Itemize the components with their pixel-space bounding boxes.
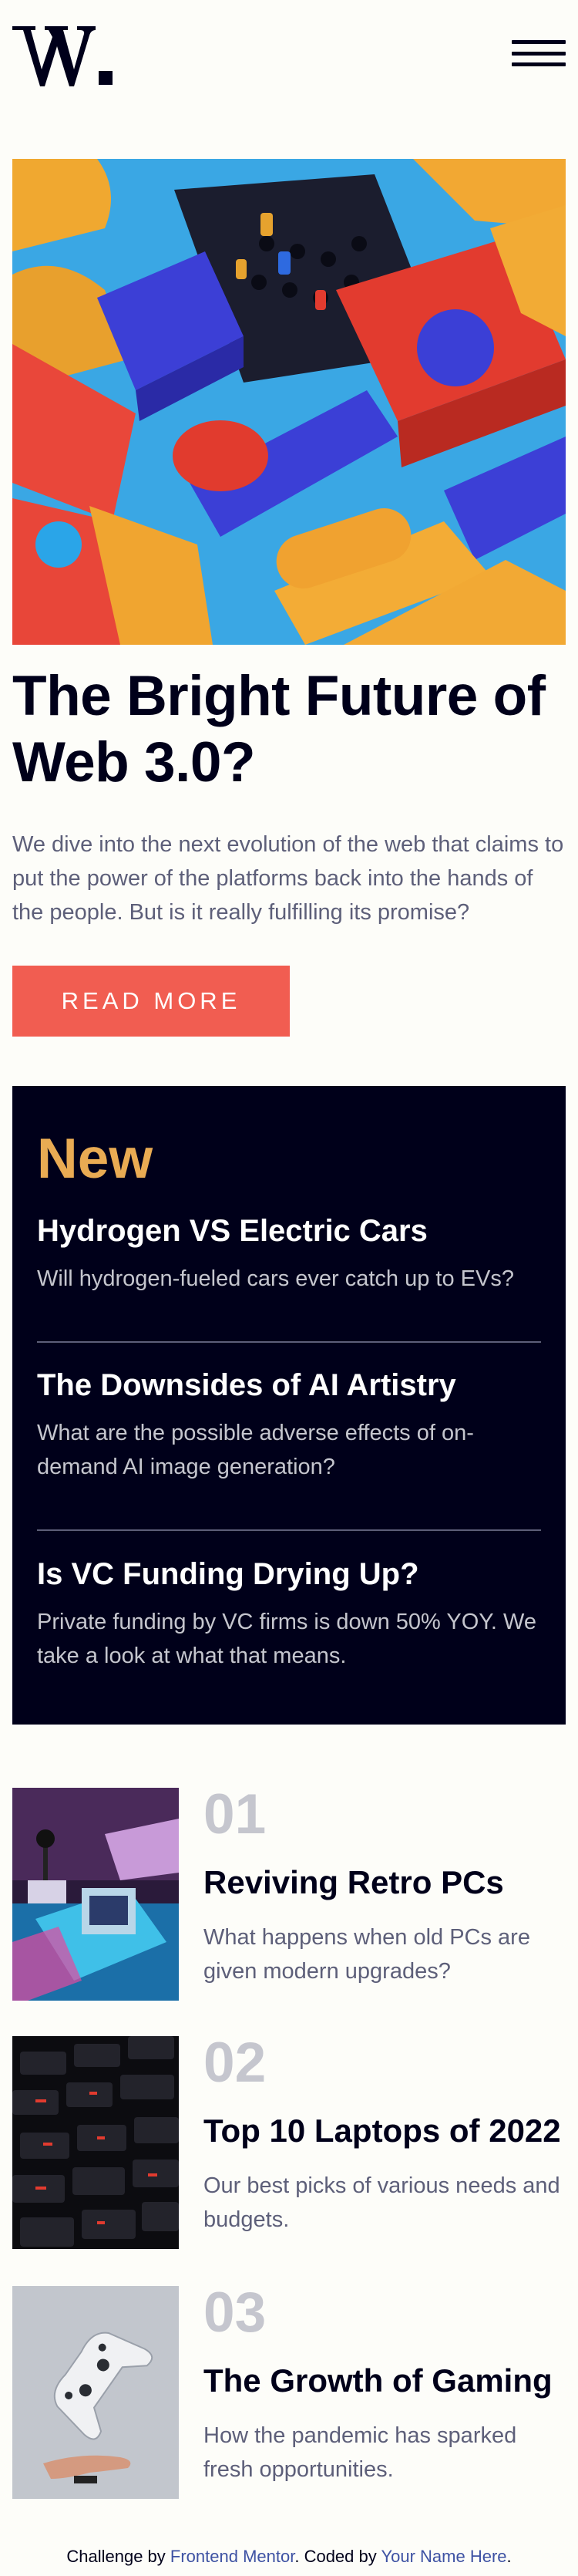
news-item: The Downsides of AI Artistry What are th… [37, 1367, 541, 1484]
footer-suffix: . [506, 2547, 512, 2566]
author-link[interactable]: Your Name Here [381, 2547, 506, 2566]
footer-prefix: Challenge by [66, 2547, 170, 2566]
news-item: Is VC Funding Drying Up? Private funding… [37, 1556, 541, 1673]
site-header [12, 22, 566, 86]
article-description: How the pandemic has sparked fresh oppor… [203, 2423, 517, 2482]
gaming-thumbnail [12, 2286, 179, 2499]
laptops-thumbnail [12, 2036, 179, 2249]
article-number: 03 [203, 2281, 267, 2344]
numbered-article: 03 The Growth of Gaming How the pandemic… [12, 2281, 566, 2499]
article-number: 01 [203, 1783, 267, 1846]
article-title[interactable]: Reviving Retro PCs [203, 1863, 504, 1902]
article-number: 02 [203, 2031, 267, 2094]
new-articles-panel: New Hydrogen VS Electric Cars Will hydro… [12, 1086, 566, 1725]
hamburger-menu-icon[interactable] [512, 40, 566, 66]
attribution-footer: Challenge by Frontend Mentor. Coded by Y… [0, 2547, 578, 2567]
new-section-heading: New [37, 1128, 153, 1190]
article-title[interactable]: Top 10 Laptops of 2022 [203, 2112, 561, 2150]
frontend-mentor-link[interactable]: Frontend Mentor [170, 2547, 294, 2566]
retro-pcs-thumbnail [12, 1788, 179, 2001]
news-item-description: Will hydrogen-fueled cars ever catch up … [37, 1266, 514, 1291]
news-item-title[interactable]: The Downsides of AI Artistry [37, 1367, 541, 1404]
read-more-button[interactable]: READ MORE [12, 966, 290, 1037]
hero-title: The Bright Future of Web 3.0? [12, 665, 546, 794]
article-title[interactable]: The Growth of Gaming [203, 2362, 553, 2400]
news-item: Hydrogen VS Electric Cars Will hydrogen-… [37, 1212, 541, 1296]
divider [37, 1341, 541, 1343]
hero-image [12, 159, 566, 645]
divider [37, 1529, 541, 1531]
article-description: Our best picks of various needs and budg… [203, 2173, 560, 2232]
numbered-article: 01 Reviving Retro PCs What happens when … [12, 1783, 566, 2001]
menu-bar [512, 40, 566, 44]
news-item-description: What are the possible adverse effects of… [37, 1421, 474, 1479]
hero-description: We dive into the next evolution of the w… [12, 832, 564, 925]
footer-middle: . Coded by [294, 2547, 381, 2566]
news-item-title[interactable]: Hydrogen VS Electric Cars [37, 1212, 541, 1249]
logo-icon[interactable] [12, 22, 113, 86]
numbered-article: 02 Top 10 Laptops of 2022 Our best picks… [12, 2031, 566, 2249]
news-item-title[interactable]: Is VC Funding Drying Up? [37, 1556, 541, 1593]
menu-bar [512, 51, 566, 56]
menu-bar [512, 62, 566, 66]
news-item-description: Private funding by VC firms is down 50% … [37, 1610, 536, 1668]
article-description: What happens when old PCs are given mode… [203, 1925, 530, 1984]
